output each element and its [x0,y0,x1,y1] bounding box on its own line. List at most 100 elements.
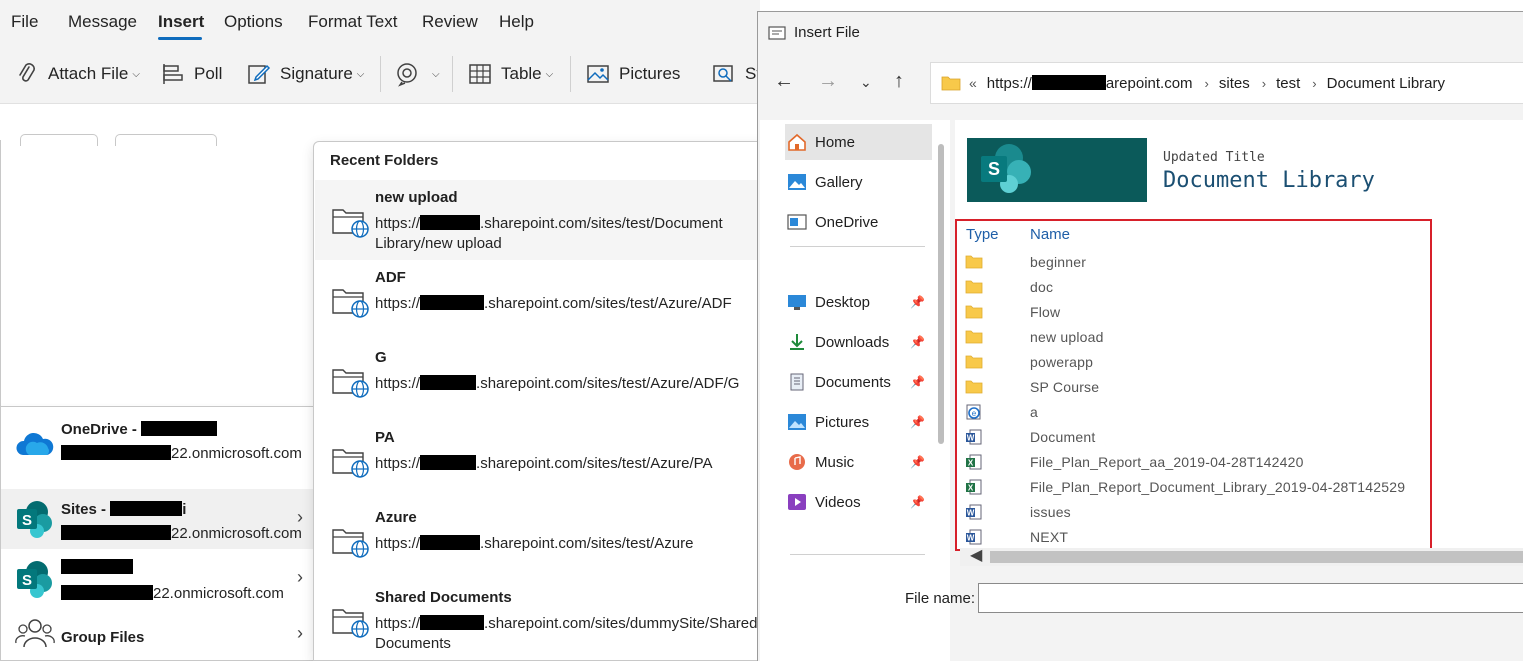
recent-locations-chevron-icon[interactable]: ⌄ [860,74,872,91]
library-title: Document Library [1163,168,1375,193]
nav-scrollbar[interactable] [938,144,944,444]
chevron-down-icon: ⌵ [356,68,365,80]
attach-file-button[interactable]: Attach File ⌵ [14,60,140,88]
pin-icon[interactable]: 📌 [910,335,925,349]
web-folder-icon [332,289,369,318]
file-row[interactable]: doc [965,275,1435,300]
menu-options[interactable]: Options [224,12,283,32]
nav-onedrive[interactable]: OneDrive [787,204,932,240]
file-name: new upload [1030,329,1104,345]
recent-folder-name: Azure [375,509,417,526]
location-group-files[interactable]: Group Files › [1,609,315,661]
sites-title: Sites - i [61,501,187,518]
pin-icon[interactable]: 📌 [910,375,925,389]
file-row[interactable]: powerapp [965,350,1435,375]
file-name: File_Plan_Report_Document_Library_2019-0… [1030,479,1406,495]
menu-help[interactable]: Help [499,12,534,32]
file-row[interactable]: X File_Plan_Report_Document_Library_2019-… [965,475,1435,500]
menu-bar: File Message Insert Options Format Text … [0,0,760,44]
pin-icon[interactable]: 📌 [910,455,925,469]
menu-insert[interactable]: Insert [158,12,204,32]
signature-pen-icon [248,64,271,84]
file-row[interactable]: W NEXT [965,525,1435,550]
scroll-left-arrow-icon[interactable]: ◀ [970,545,982,565]
to-button[interactable] [20,134,98,146]
scrollbar-thumb[interactable] [990,551,1523,563]
chevron-down-icon: ⌵ [545,68,554,80]
pictures-button[interactable]: Pictures [585,60,680,88]
web-folder-icon [332,449,369,478]
cc-button[interactable] [115,134,217,146]
pin-icon[interactable]: 📌 [910,495,925,509]
location-site-2[interactable]: S 22.onmicrosoft.com › [1,549,315,609]
back-arrow-icon[interactable]: ← [774,70,794,93]
chevron-down-icon: ⌵ [132,68,140,80]
screenshot-button[interactable]: St [711,60,761,88]
breadcrumb-document-library[interactable]: Document Library [1327,75,1445,92]
loop-icon [397,63,417,87]
up-arrow-icon[interactable]: ↑ [894,70,904,93]
file-name: beginner [1030,254,1087,270]
music-icon [789,454,805,470]
nav-gallery[interactable]: Gallery [787,164,932,200]
breadcrumb-sites[interactable]: sites [1219,75,1250,92]
file-row[interactable]: beginner [965,250,1435,275]
recent-folder-item[interactable]: ADF https://.sharepoint.com/sites/test/A… [315,260,781,340]
sharepoint-site-logo: S [967,138,1147,202]
nav-home[interactable]: Home [785,124,932,160]
breadcrumb-host[interactable]: https://arepoint.com [987,74,1193,92]
onedrive-title: OneDrive - [61,421,218,438]
recent-folder-item[interactable]: PA https://.sharepoint.com/sites/test/Az… [315,420,781,500]
table-button[interactable]: Table ⌵ [467,60,553,88]
recent-folder-item[interactable]: Azure https://.sharepoint.com/sites/test… [315,500,781,580]
navigation-pane: Home Gallery OneDrive Desktop 📌 Download… [760,120,950,661]
horizontal-scrollbar[interactable]: ◀ [960,545,1523,566]
pictures-folder-icon [788,414,806,430]
nav-downloads-label: Downloads [815,333,890,351]
overflow-chevrons-icon: « [969,75,977,91]
file-row[interactable]: Flow [965,300,1435,325]
column-header-type[interactable]: Type [966,226,999,243]
pictures-label: Pictures [619,64,681,83]
menu-review[interactable]: Review [422,12,478,32]
home-icon [788,133,806,151]
folder-icon [965,330,983,344]
column-header-name[interactable]: Name [1030,226,1070,243]
redacted-block [420,455,477,470]
svg-text:e: e [972,409,977,418]
file-row[interactable]: ea [965,400,1435,425]
file-name: SP Course [1030,379,1100,395]
recent-folder-item[interactable]: Shared Documents https://.sharepoint.com… [315,580,781,660]
menu-file[interactable]: File [11,12,38,32]
redacted-block [420,375,477,390]
svg-text:X: X [968,459,974,468]
file-row[interactable]: SP Course [965,375,1435,400]
word-document-icon: W [966,429,982,445]
file-row[interactable]: Wissues [965,500,1435,525]
signature-button[interactable]: Signature ⌵ [246,60,364,88]
forward-arrow-icon[interactable]: → [818,70,838,93]
location-onedrive[interactable]: OneDrive - 22.onmicrosoft.com [1,409,315,469]
insert-file-dialog: Insert File ← → ⌄ ↑ « https://arepoint.c… [757,11,1523,661]
address-bar[interactable]: « https://arepoint.com › sites › test › … [930,62,1523,104]
window-icon [768,25,786,40]
pin-icon[interactable]: 📌 [910,295,925,309]
group-files-label: Group Files [61,629,145,646]
recent-folder-name: PA [375,429,395,446]
poll-button[interactable]: Poll [160,60,222,88]
file-name-input[interactable] [978,583,1523,613]
loop-component-button[interactable]: ⌵ [394,60,440,88]
recent-folder-item[interactable]: G https://.sharepoint.com/sites/test/Azu… [315,340,781,420]
pin-icon[interactable]: 📌 [910,415,925,429]
recent-folders-header: Recent Folders [330,152,439,169]
breadcrumb-test[interactable]: test [1276,75,1300,92]
site-2-title [61,559,133,576]
file-row[interactable]: new upload [965,325,1435,350]
nav-desktop-label: Desktop [815,293,871,311]
file-row[interactable]: W Document [965,425,1435,450]
recent-folder-item[interactable]: new upload https://.sharepoint.com/sites… [315,180,781,260]
file-row[interactable]: X File_Plan_Report_aa_2019-04-28T142420 [965,450,1435,475]
menu-message[interactable]: Message [68,12,137,32]
menu-format-text[interactable]: Format Text [308,12,397,32]
location-sites[interactable]: S Sites - i 22.onmicrosoft.com › [1,489,315,549]
